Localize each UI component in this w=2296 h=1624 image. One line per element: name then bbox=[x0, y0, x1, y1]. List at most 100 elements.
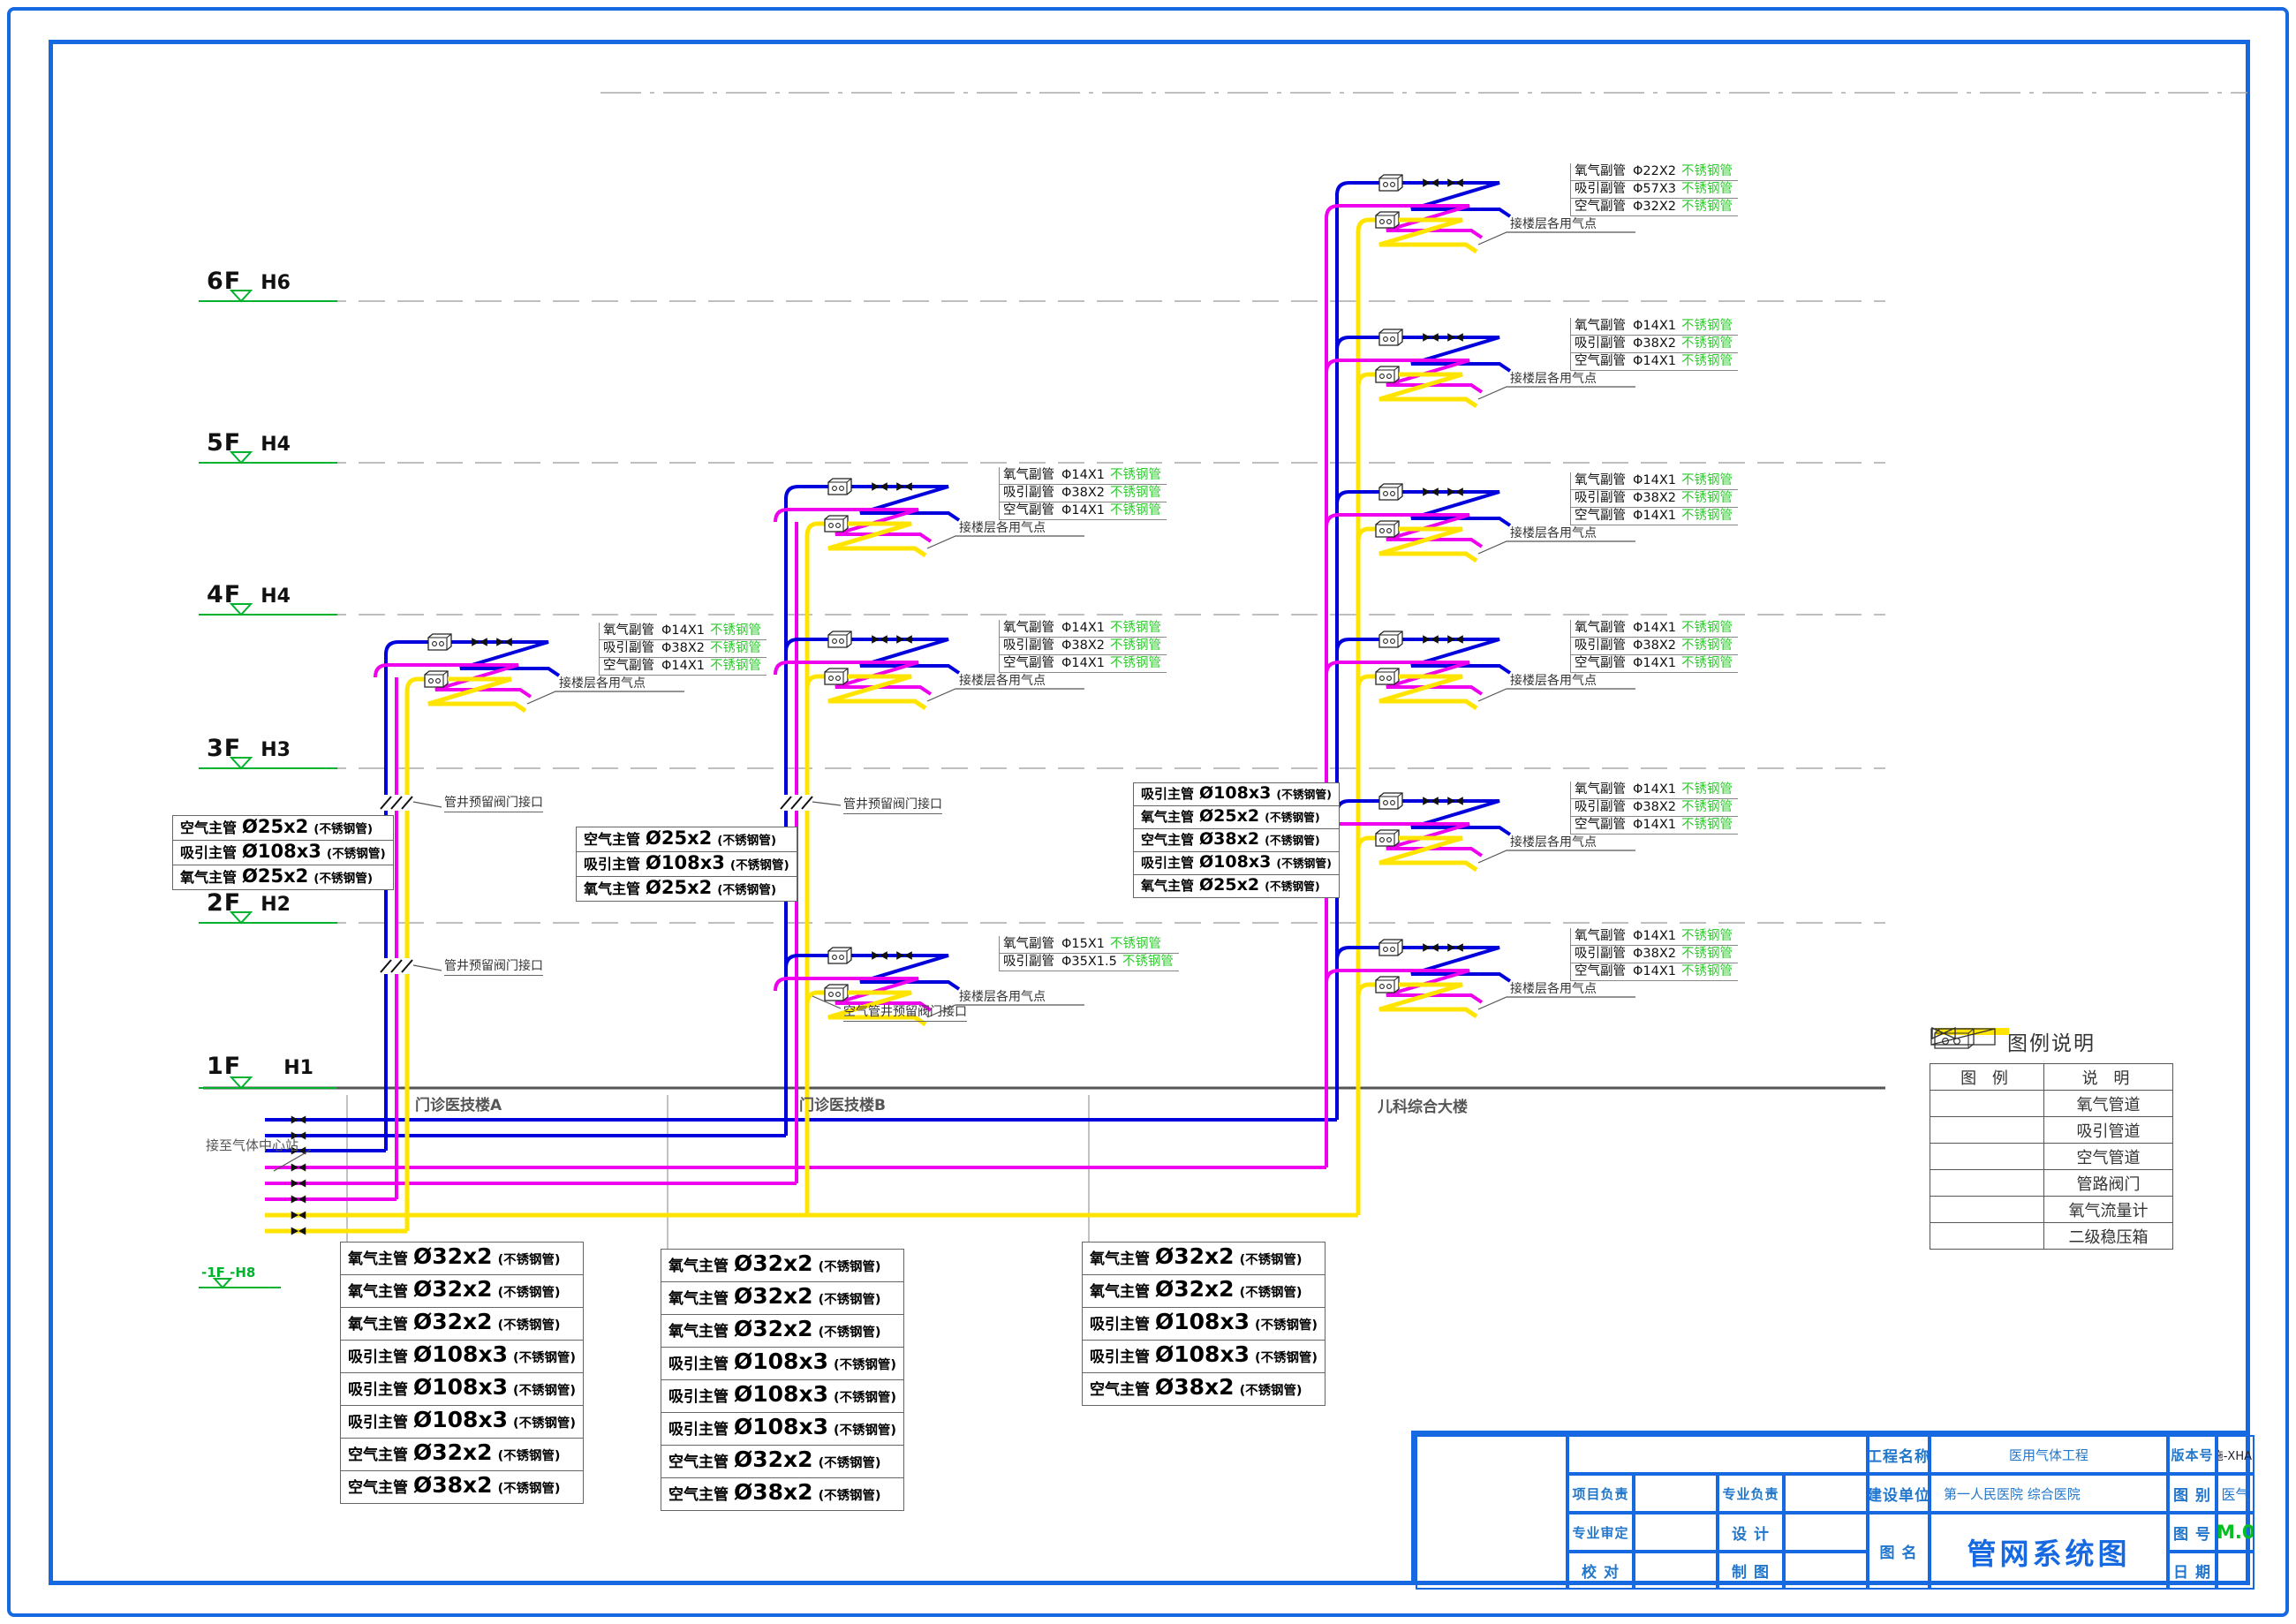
branch-label-row: 吸引副管Φ38X2不锈钢管 bbox=[1570, 638, 1738, 655]
legend-col-symbol: 图 例 bbox=[1930, 1064, 2044, 1090]
branch-usage-note: 接楼层各用气点 bbox=[1510, 671, 1597, 689]
bus-pipe-row: 空气主管Ø38x2(不锈钢管) bbox=[341, 1471, 583, 1503]
floor-marker-4f: 4FH4 bbox=[207, 581, 291, 608]
valve-icon bbox=[1930, 1170, 2044, 1196]
bus-pipe-row: 吸引主管Ø108x3(不锈钢管) bbox=[661, 1348, 903, 1380]
title-block: 工程名称 医用气体工程 版本号 施-XHA1 项目负责 专业负责 建设单位 第一… bbox=[1411, 1431, 2250, 1585]
branch-label-row: 吸引副管Φ57X3不锈钢管 bbox=[1570, 181, 1738, 199]
legend-desc: 管路阀门 bbox=[2044, 1172, 2172, 1195]
oxygen-line-swatch bbox=[1930, 1091, 2044, 1116]
floor-label: 2F bbox=[207, 889, 241, 917]
legend-row: 氧气流量计 bbox=[1930, 1197, 2172, 1223]
branch-label-row: 氧气副管Φ14X1不锈钢管 bbox=[999, 620, 1167, 638]
bus-pipe-row: 氧气主管Ø32x2(不锈钢管) bbox=[341, 1275, 583, 1308]
floor-code: H3 bbox=[261, 739, 291, 761]
legend-desc: 吸引管道 bbox=[2044, 1119, 2172, 1142]
branch-label-row: 氧气副管Φ22X2不锈钢管 bbox=[1570, 163, 1738, 181]
check-value bbox=[1634, 1552, 1718, 1590]
bus-pipe-row: 空气主管Ø38x2(不锈钢管) bbox=[1083, 1373, 1325, 1405]
project-name-value: 医用气体工程 bbox=[1930, 1435, 2168, 1474]
bus-pipe-row: 吸引主管Ø108x3(不锈钢管) bbox=[1083, 1341, 1325, 1373]
riser-a bbox=[386, 653, 407, 1231]
branch-label-row: 氧气副管Φ14X1不锈钢管 bbox=[999, 467, 1167, 485]
bus-pipe-row: 氧气主管Ø32x2(不锈钢管) bbox=[661, 1282, 903, 1315]
gas-station-note: 接至气体中心站 bbox=[206, 1136, 298, 1154]
main-pipe-table-left: 空气主管Ø25x2(不锈钢管)吸引主管Ø108x3(不锈钢管)氧气主管Ø25x2… bbox=[172, 815, 394, 890]
floor-marker-b1f: -1F -H8 bbox=[201, 1265, 255, 1280]
bus-pipe-row: 吸引主管Ø108x3(不锈钢管) bbox=[1083, 1308, 1325, 1341]
suction-line-swatch bbox=[1930, 1117, 2044, 1143]
floor-lines bbox=[203, 93, 2247, 1088]
legend-row: 吸引管道 bbox=[1930, 1117, 2172, 1144]
sheet-number-label: 图 号 bbox=[2168, 1513, 2217, 1552]
branch-label-table-a1: 氧气副管Φ14X1不锈钢管吸引副管Φ38X2不锈钢管空气副管Φ14X1不锈钢管 bbox=[599, 623, 767, 676]
main-pipe-row: 吸引主管Ø108x3(不锈钢管) bbox=[173, 841, 393, 865]
main-pipe-row: 吸引主管Ø108x3(不锈钢管) bbox=[1134, 852, 1339, 875]
bus-pipe-row: 氧气主管Ø32x2(不锈钢管) bbox=[341, 1308, 583, 1341]
branch-label-row: 氧气副管Φ14X1不锈钢管 bbox=[599, 623, 767, 640]
legend-header-row: 图 例 说 明 bbox=[1930, 1064, 2172, 1091]
title-block-blank-cell bbox=[1567, 1435, 1868, 1474]
branch-label-row: 吸引副管Φ38X2不锈钢管 bbox=[1570, 490, 1738, 508]
version-value: 施-XHA1 bbox=[2217, 1435, 2254, 1474]
branch-label-row: 吸引副管Φ38X2不锈钢管 bbox=[1570, 799, 1738, 817]
floor-marker-2f: 2FH2 bbox=[207, 889, 291, 917]
legend-desc: 二级稳压箱 bbox=[2044, 1225, 2172, 1248]
legend-col-desc: 说 明 bbox=[2044, 1066, 2172, 1089]
main-pipe-row: 吸引主管Ø108x3(不锈钢管) bbox=[1134, 783, 1339, 806]
main-pipe-row: 吸引主管Ø108x3(不锈钢管) bbox=[577, 852, 797, 877]
version-label: 版本号 bbox=[2168, 1435, 2217, 1474]
main-pipe-table-right: 吸引主管Ø108x3(不锈钢管)氧气主管Ø25x2(不锈钢管)空气主管Ø38x2… bbox=[1133, 782, 1340, 898]
main-pipe-row: 氧气主管Ø25x2(不锈钢管) bbox=[577, 877, 797, 901]
review-label: 专业审定 bbox=[1567, 1513, 1634, 1552]
main-pipe-table-mid: 空气主管Ø25x2(不锈钢管)吸引主管Ø108x3(不锈钢管)氧气主管Ø25x2… bbox=[576, 827, 797, 902]
category-value: 医气 bbox=[2217, 1474, 2254, 1513]
legend-table: 图 例 说 明 氧气管道 吸引管道 空气管道 管路阀门 氧气流量计 bbox=[1930, 1063, 2173, 1250]
floor-label: 5F bbox=[207, 429, 241, 457]
branch-usage-note: 接楼层各用气点 bbox=[1510, 979, 1597, 997]
legend-desc: 空气管道 bbox=[2044, 1145, 2172, 1168]
title-block-logo-cell bbox=[1416, 1435, 1567, 1590]
bus-pipe-row: 氧气主管Ø32x2(不锈钢管) bbox=[661, 1315, 903, 1348]
bus-pipe-row: 吸引主管Ø108x3(不锈钢管) bbox=[661, 1413, 903, 1446]
branch-label-row: 吸引副管Φ38X2不锈钢管 bbox=[999, 638, 1167, 655]
branch-label-row: 氧气副管Φ14X1不锈钢管 bbox=[1570, 620, 1738, 638]
branch-label-table-c6: 氧气副管Φ14X1不锈钢管吸引副管Φ38X2不锈钢管空气副管Φ14X1不锈钢管 bbox=[1570, 928, 1738, 981]
branch-label-row: 吸引副管Φ38X2不锈钢管 bbox=[999, 485, 1167, 502]
review-value bbox=[1634, 1513, 1718, 1552]
main-pipe-row: 空气主管Ø38x2(不锈钢管) bbox=[1134, 829, 1339, 852]
floor-marker-1f: 1FH1 bbox=[207, 1053, 313, 1080]
lead-value bbox=[1784, 1474, 1868, 1513]
bus-pipe-row: 吸引主管Ø108x3(不锈钢管) bbox=[341, 1406, 583, 1439]
branch-label-table-c1: 氧气副管Φ22X2不锈钢管吸引副管Φ57X3不锈钢管空气副管Φ32X2不锈钢管 bbox=[1570, 163, 1738, 216]
valve-interface-note: 管井预留阀门接口 bbox=[444, 956, 543, 976]
pressure-box-icon bbox=[1930, 1223, 2044, 1249]
floor-marker-5f: 5FH4 bbox=[207, 429, 291, 457]
branch-label-table-b1: 氧气副管Φ14X1不锈钢管吸引副管Φ38X2不锈钢管空气副管Φ14X1不锈钢管 bbox=[999, 467, 1167, 520]
branch-label-row: 空气副管Φ14X1不锈钢管 bbox=[599, 658, 767, 676]
pm-value bbox=[1634, 1474, 1718, 1513]
sheet-name-label: 图 名 bbox=[1868, 1513, 1930, 1590]
branch-label-row: 空气副管Φ14X1不锈钢管 bbox=[1570, 508, 1738, 525]
branch-label-table-b3: 氧气副管Φ15X1不锈钢管吸引副管Φ35X1.5不锈钢管 bbox=[999, 936, 1179, 971]
flow-meter-icon bbox=[1930, 1197, 2044, 1222]
floor-label: 3F bbox=[207, 735, 241, 762]
branch-label-row: 空气副管Φ14X1不锈钢管 bbox=[999, 502, 1167, 520]
branch-usage-note: 接楼层各用气点 bbox=[959, 518, 1046, 536]
valve-interface-note: 管井预留阀门接口 bbox=[843, 795, 942, 814]
lead-label: 专业负责 bbox=[1718, 1474, 1784, 1513]
valve-interface-note: 管井预留阀门接口 bbox=[444, 793, 543, 812]
bus-pipe-row: 氧气主管Ø32x2(不锈钢管) bbox=[661, 1250, 903, 1282]
branch-label-row: 氧气副管Φ14X1不锈钢管 bbox=[1570, 318, 1738, 336]
main-pipe-row: 氧气主管Ø25x2(不锈钢管) bbox=[1134, 806, 1339, 829]
branch-usage-note: 接楼层各用气点 bbox=[959, 671, 1046, 689]
drawing-sheet: 6FH6 5FH4 4FH4 3FH3 2FH2 1FH1 -1F -H8 门诊… bbox=[0, 0, 2296, 1624]
branch-label-table-b2: 氧气副管Φ14X1不锈钢管吸引副管Φ38X2不锈钢管空气副管Φ14X1不锈钢管 bbox=[999, 620, 1167, 673]
legend-row: 氧气管道 bbox=[1930, 1091, 2172, 1117]
client-value: 第一人民医院 综合医院 bbox=[1930, 1474, 2168, 1513]
design-value bbox=[1784, 1513, 1868, 1552]
bus-pipe-row: 空气主管Ø38x2(不锈钢管) bbox=[661, 1478, 903, 1510]
branch-label-row: 空气副管Φ14X1不锈钢管 bbox=[1570, 817, 1738, 835]
floor-branches bbox=[375, 175, 1635, 1024]
bus-pipe-row: 吸引主管Ø108x3(不锈钢管) bbox=[341, 1341, 583, 1373]
